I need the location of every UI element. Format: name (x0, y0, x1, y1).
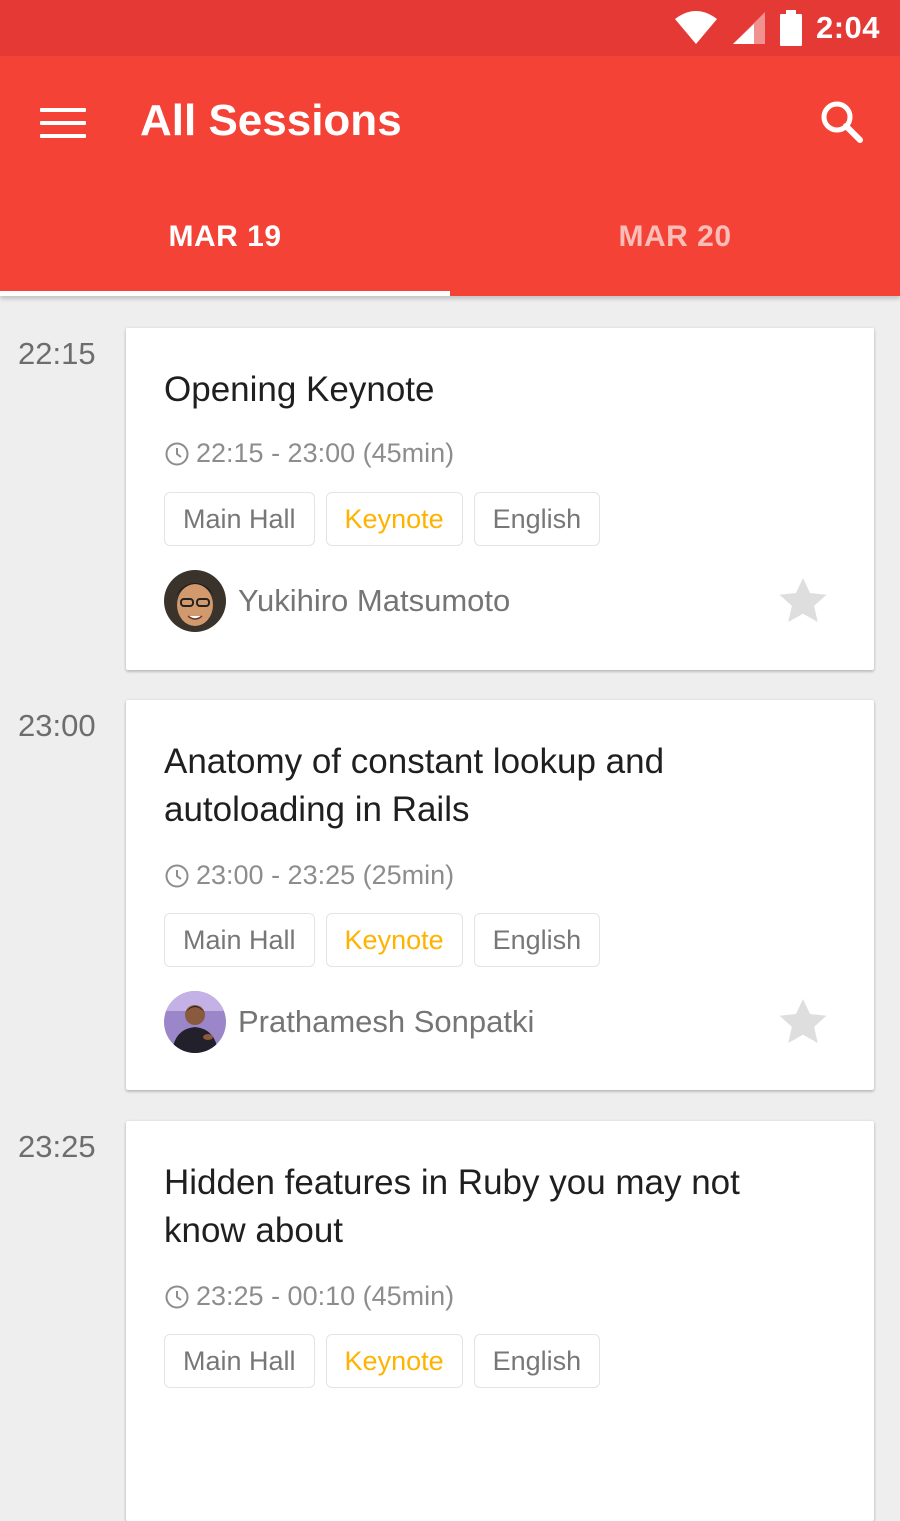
tag-room: Main Hall (164, 913, 315, 967)
tab-label: MAR 19 (168, 220, 282, 253)
session-tags: Main Hall Keynote English (164, 913, 601, 967)
session-duration: 22:15 - 23:00 (45min) (164, 438, 454, 469)
tag-language: English (473, 913, 601, 967)
search-icon (821, 101, 863, 143)
speaker-name: Prathamesh Sonpatki (238, 1004, 535, 1039)
session-start-time: 23:25 (18, 1129, 96, 1164)
app-bar: All Sessions MAR 19 MAR 20 (0, 56, 900, 296)
star-icon (779, 578, 827, 623)
tag-language: English (473, 1334, 601, 1388)
tag-category: Keynote (325, 492, 463, 546)
clock-icon (165, 864, 189, 887)
tab-mar-20[interactable]: MAR 20 (450, 186, 900, 296)
tab-label: MAR 20 (618, 220, 732, 253)
tab-mar-19[interactable]: MAR 19 (0, 186, 450, 296)
session-title: Anatomy of constant lookup and autoloadi… (164, 742, 665, 829)
session-card[interactable]: Hidden features in Ruby you may not know… (126, 1121, 874, 1521)
session-title: Opening Keynote (164, 370, 435, 409)
search-button[interactable] (818, 98, 866, 146)
session-card[interactable]: Opening Keynote 22:15 - 23:00 (45min) Ma… (126, 328, 874, 670)
tag-category: Keynote (325, 913, 463, 967)
avatar (164, 991, 226, 1053)
status-bar: 2:04 (0, 0, 900, 56)
favorite-button[interactable] (774, 993, 832, 1051)
tag-room: Main Hall (164, 492, 315, 546)
session-duration: 23:25 - 00:10 (45min) (164, 1281, 454, 1312)
tag-category: Keynote (325, 1334, 463, 1388)
date-tabs: MAR 19 MAR 20 (0, 186, 900, 296)
battery-icon (779, 10, 802, 46)
duration-text: 23:25 - 00:10 (45min) (196, 1281, 455, 1311)
session-start-time: 22:15 (18, 336, 96, 371)
star-icon (779, 999, 827, 1044)
avatar (164, 570, 226, 632)
tag-language: English (473, 492, 601, 546)
duration-text: 22:15 - 23:00 (45min) (196, 438, 455, 468)
session-title: Hidden features in Ruby you may not know… (164, 1163, 740, 1250)
menu-icon-bar (40, 134, 86, 138)
session-card[interactable]: Anatomy of constant lookup and autoloadi… (126, 700, 874, 1090)
status-time: 2:04 (815, 10, 880, 45)
menu-button[interactable] (40, 104, 88, 140)
duration-text: 23:00 - 23:25 (25min) (196, 860, 455, 890)
session-duration: 23:00 - 23:25 (25min) (164, 860, 454, 891)
speaker-name: Yukihiro Matsumoto (238, 583, 511, 618)
clock-icon (165, 442, 189, 465)
clock-icon (165, 1285, 189, 1308)
status-icons: 2:04 (674, 0, 880, 56)
menu-icon-bar (40, 121, 86, 125)
session-tags: Main Hall Keynote English (164, 1334, 601, 1388)
speaker: Prathamesh Sonpatki (164, 991, 534, 1053)
tag-room: Main Hall (164, 1334, 315, 1388)
menu-icon (40, 108, 86, 112)
page-title: All Sessions (140, 96, 402, 145)
cellular-signal-icon (732, 12, 765, 44)
session-start-time: 23:00 (18, 708, 96, 743)
wifi-icon (674, 11, 717, 44)
session-tags: Main Hall Keynote English (164, 492, 601, 546)
speaker: Yukihiro Matsumoto (164, 570, 510, 632)
favorite-button[interactable] (774, 572, 832, 630)
tab-indicator (0, 291, 450, 296)
